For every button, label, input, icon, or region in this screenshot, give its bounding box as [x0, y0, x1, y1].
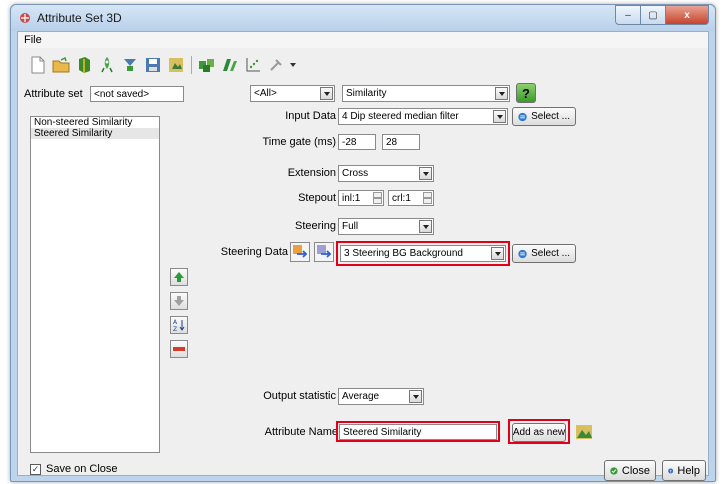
output-statistic-select[interactable]: Average — [338, 388, 424, 405]
chevron-down-icon — [493, 110, 506, 123]
steering-value: Full — [342, 221, 359, 232]
cube-icon[interactable] — [74, 55, 94, 75]
attribute-filter-value: <All> — [254, 88, 277, 99]
help-button-label: Help — [677, 464, 700, 477]
window-title: Attribute Set 3D — [37, 11, 122, 25]
toolbar-separator — [191, 56, 192, 74]
time-gate-stop-field[interactable]: 28 — [382, 134, 420, 150]
stepout-inl-spinner[interactable] — [373, 192, 382, 204]
rocket-icon[interactable] — [97, 55, 117, 75]
app-icon — [20, 13, 30, 23]
list-item[interactable]: Non-steered Similarity — [31, 117, 159, 128]
arrow-down-icon — [174, 296, 184, 306]
stepout-inl-value: inl:1 — [342, 193, 361, 204]
cube-pair-icon[interactable] — [197, 55, 217, 75]
time-gate-start-field[interactable]: -28 — [338, 134, 376, 150]
titlebar[interactable]: Attribute Set 3D – ▢ x — [11, 5, 715, 31]
steering-select[interactable]: Full — [338, 218, 434, 235]
steering-data-select-label: Select ... — [531, 248, 570, 259]
highlight-add-as-new — [508, 419, 570, 444]
attribute-set-field[interactable]: <not saved> — [90, 86, 184, 102]
steering-icon-1[interactable] — [290, 242, 310, 262]
steering-icon-2[interactable] — [314, 242, 334, 262]
evaluate-attribute-icon[interactable] — [574, 422, 594, 442]
close-button-label: Close — [621, 464, 650, 477]
toolbar — [28, 53, 297, 77]
menu-file[interactable]: File — [24, 34, 42, 46]
sort-az-icon: AZ — [173, 319, 185, 332]
highlight-steering-data — [336, 241, 510, 266]
close-button[interactable]: Close — [604, 460, 656, 481]
chevron-down-icon — [409, 390, 422, 403]
output-statistic-label: Output statistic — [263, 390, 336, 402]
svg-text:A: A — [173, 319, 178, 326]
save-icon[interactable] — [143, 55, 163, 75]
input-data-label: Input Data — [285, 110, 336, 122]
chevron-down-icon — [320, 87, 333, 100]
close-window-button[interactable]: x — [666, 5, 709, 25]
stepout-crl-value: crl:1 — [392, 193, 411, 204]
chevron-down-icon — [419, 167, 432, 180]
tools-icon[interactable] — [266, 55, 286, 75]
help-question-button[interactable]: ? — [516, 83, 536, 103]
checkmark-icon — [610, 466, 618, 475]
save-as-icon[interactable] — [166, 55, 186, 75]
menubar: File — [18, 32, 708, 48]
sort-button[interactable]: AZ — [170, 316, 188, 334]
extension-label: Extension — [287, 167, 336, 179]
svg-text:?: ? — [670, 469, 672, 473]
select-icon — [518, 112, 527, 121]
attribute-type-value: Similarity — [346, 88, 387, 99]
maximize-button[interactable]: ▢ — [641, 5, 666, 25]
stepout-inl-field[interactable]: inl:1 — [338, 190, 384, 206]
output-statistic-value: Average — [342, 391, 380, 402]
extension-value: Cross — [342, 168, 369, 179]
stepout-label: Stepout — [298, 192, 336, 204]
attribute-filter-select[interactable]: <All> — [250, 85, 335, 102]
open-folder-icon[interactable] — [51, 55, 71, 75]
stepout-crl-field[interactable]: crl:1 — [388, 190, 434, 206]
save-on-close-checkbox[interactable]: ✓ — [30, 464, 41, 475]
import-icon[interactable] — [120, 55, 140, 75]
attribute-set-window: Attribute Set 3D – ▢ x File Attribute se… — [10, 4, 716, 482]
move-up-button[interactable] — [170, 268, 188, 286]
input-data-value: 4 Dip steered median filter — [342, 111, 459, 122]
steering-data-label: Steering Data — [220, 246, 288, 258]
chevron-down-icon — [495, 87, 508, 100]
attribute-list[interactable]: Non-steered Similarity Steered Similarit… — [30, 116, 160, 453]
dialog-body: File Attribute set <not saved> <All> Sim… — [17, 31, 709, 481]
time-gate-label: Time gate (ms) — [262, 136, 336, 148]
highlight-attribute-name — [336, 421, 500, 442]
remove-icon — [173, 347, 185, 351]
crossplot-icon[interactable] — [243, 55, 263, 75]
steering-data-select-button[interactable]: Select ... — [512, 244, 576, 263]
help-button[interactable]: ? Help — [662, 460, 706, 481]
extension-select[interactable]: Cross — [338, 165, 434, 182]
save-on-close-label: Save on Close — [46, 463, 118, 475]
chevron-down-icon[interactable] — [289, 55, 297, 75]
input-data-select[interactable]: 4 Dip steered median filter — [338, 108, 508, 125]
chevron-down-icon — [419, 220, 432, 233]
steering-label: Steering — [295, 220, 336, 232]
minimize-button[interactable]: – — [615, 5, 641, 25]
input-data-select-label: Select ... — [531, 111, 570, 122]
evaluate-icon[interactable] — [220, 55, 240, 75]
stepout-crl-spinner[interactable] — [423, 192, 432, 204]
remove-button[interactable] — [170, 340, 188, 358]
attribute-type-select[interactable]: Similarity — [342, 85, 510, 102]
list-item[interactable]: Steered Similarity — [31, 128, 159, 139]
svg-text:Z: Z — [173, 326, 177, 332]
attribute-name-label: Attribute Name — [264, 426, 338, 438]
arrow-up-icon — [174, 272, 184, 282]
move-down-button[interactable] — [170, 292, 188, 310]
help-icon: ? — [668, 468, 674, 473]
attribute-set-label: Attribute set — [24, 88, 83, 100]
input-data-select-button[interactable]: Select ... — [512, 107, 576, 126]
select-icon — [518, 249, 527, 258]
new-file-icon[interactable] — [28, 55, 48, 75]
